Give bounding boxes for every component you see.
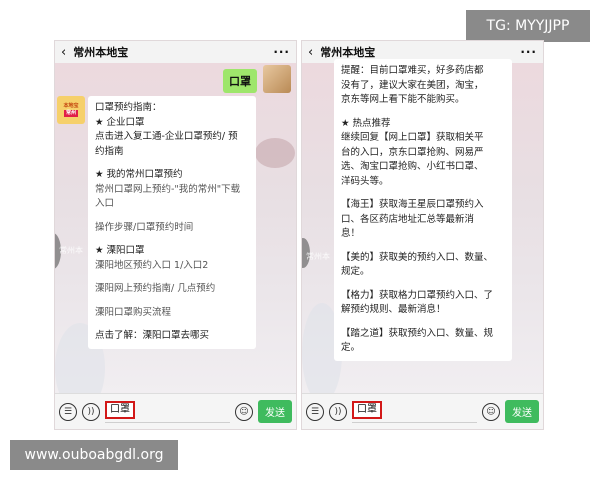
bubble-line: 选、淘宝口罩抢购、小红书口罩、 xyxy=(341,161,484,172)
voice-icon[interactable]: )) xyxy=(82,402,100,421)
bubble-line: 规定。 xyxy=(341,266,370,277)
menu-list-icon[interactable]: ☰ xyxy=(59,402,77,421)
bubble-line[interactable]: 溧阳地区预约入口 1/入口2 xyxy=(95,259,249,274)
bot-avatar[interactable]: 本地宝 常州 xyxy=(57,96,85,124)
menu-list-icon[interactable]: ☰ xyxy=(306,402,324,421)
emoji-icon[interactable]: ☺ xyxy=(482,402,500,421)
back-arrow-icon[interactable]: ‹ xyxy=(308,45,313,60)
bubble-line: 息！ xyxy=(341,228,361,239)
bubble-line: ★ 我的常州口罩预约 xyxy=(95,169,183,180)
bubble-line: 口、各区药店地址汇总等最新消 xyxy=(341,213,475,225)
bubble-line[interactable]: 【海王】获取海王星辰口罩预约入 xyxy=(341,198,505,213)
sent-message-bubble[interactable]: 口罩 xyxy=(223,69,257,93)
more-options-icon[interactable]: ··· xyxy=(273,45,290,59)
background-decoration xyxy=(255,138,295,168)
emoji-icon[interactable]: ☺ xyxy=(235,402,253,421)
chat-area[interactable]: 常州本 口罩 本地宝 常州 口罩预约指南： ★ 企业口罩 点击进入复工通-企业口… xyxy=(55,63,296,413)
chat-titlebar: ‹ 常州本地宝 ··· xyxy=(55,41,296,63)
bubble-line[interactable]: 约指南 xyxy=(95,145,249,160)
chat-screen-left: ‹ 常州本地宝 ··· 常州本 口罩 本地宝 常州 口罩预约指南： ★ 企业口罩… xyxy=(54,40,297,430)
input-text: 口罩 xyxy=(352,400,382,419)
back-arrow-icon[interactable]: ‹ xyxy=(61,45,66,60)
bubble-line: 提醒：目前口罩难买，好多药店都 xyxy=(341,65,484,76)
chat-screen-right: ‹ 常州本地宝 ··· 常州本 提醒：目前口罩难买，好多药店都 没有了，建议大家… xyxy=(301,40,544,430)
reply-message-bubble[interactable]: 口罩预约指南： ★ 企业口罩 点击进入复工通-企业口罩预约/ 预 约指南 ★ 我… xyxy=(88,96,256,349)
input-bar: ☰ )) 口罩 ☺ 发送 xyxy=(302,393,543,429)
bot-avatar-text: 本地宝 xyxy=(63,103,79,109)
bubble-line[interactable]: 常州口罩网上预约-"我的常州"下载 xyxy=(95,183,249,198)
bubble-line[interactable]: 点击了解：溧阳口罩去哪买 xyxy=(95,329,249,344)
bubble-line: ★ 企业口罩 xyxy=(95,116,145,128)
bubble-line[interactable]: 【踏之道】获取预约入口、数量、规 xyxy=(341,327,505,342)
voice-icon[interactable]: )) xyxy=(329,402,347,421)
bubble-line: 继续回复【网上口罩】获取相关平 xyxy=(341,132,484,143)
bubble-line[interactable]: 溧阳口罩购买流程 xyxy=(95,306,249,321)
message-input[interactable]: 口罩 xyxy=(105,400,230,423)
side-label: 常州本 xyxy=(306,252,330,261)
side-label: 常州本 xyxy=(59,246,83,255)
send-button[interactable]: 发送 xyxy=(505,400,539,423)
bubble-line[interactable]: 操作步骤/口罩预约时间 xyxy=(95,221,249,236)
chat-area[interactable]: 常州本 提醒：目前口罩难买，好多药店都 没有了，建议大家在美团，淘宝， 京东等网… xyxy=(302,59,543,403)
chat-title: 常州本地宝 xyxy=(320,46,376,59)
bubble-line: 洋码头等。 xyxy=(341,175,389,187)
bubble-line[interactable]: 点击进入复工通-企业口罩预约/ 预 xyxy=(95,130,249,145)
send-button[interactable]: 发送 xyxy=(258,400,292,423)
reply-message-bubble[interactable]: 提醒：目前口罩难买，好多药店都 没有了，建议大家在美团，淘宝， 京东等网上看下能… xyxy=(334,59,512,361)
bubble-line: 京东等网上看下能不能购买。 xyxy=(341,94,465,105)
bubble-line: 没有了，建议大家在美团，淘宝， xyxy=(341,79,484,91)
bubble-line[interactable]: 溧阳网上预约指南/ 几点预约 xyxy=(95,282,249,297)
bubble-line[interactable]: 【格力】获取格力口罩预约入口、了 xyxy=(341,289,505,304)
bubble-line[interactable]: 入口 xyxy=(95,197,249,212)
bubble-line: 口罩预约指南： xyxy=(95,102,162,113)
user-avatar[interactable] xyxy=(263,65,291,93)
bubble-line: 台的入口，京东口罩抢购、网易严 xyxy=(341,146,484,158)
bubble-line: 定。 xyxy=(341,342,361,353)
bubble-line: ★ 热点推荐 xyxy=(341,117,391,129)
input-text: 口罩 xyxy=(105,400,135,419)
more-options-icon[interactable]: ··· xyxy=(520,45,537,59)
message-input[interactable]: 口罩 xyxy=(352,400,477,423)
bubble-line: 解预约规则、最新消息！ xyxy=(341,304,446,315)
watermark: www.ouboabgdl.org xyxy=(10,440,178,470)
bubble-line[interactable]: 【美的】获取美的预约入口、数量、 xyxy=(341,251,505,266)
chat-title: 常州本地宝 xyxy=(73,46,129,59)
bot-avatar-tag: 常州 xyxy=(63,110,78,117)
input-bar: ☰ )) 口罩 ☺ 发送 xyxy=(55,393,296,429)
tg-badge: TG: MYYJJPP xyxy=(466,10,590,42)
bubble-line: ★ 溧阳口罩 xyxy=(95,245,145,256)
